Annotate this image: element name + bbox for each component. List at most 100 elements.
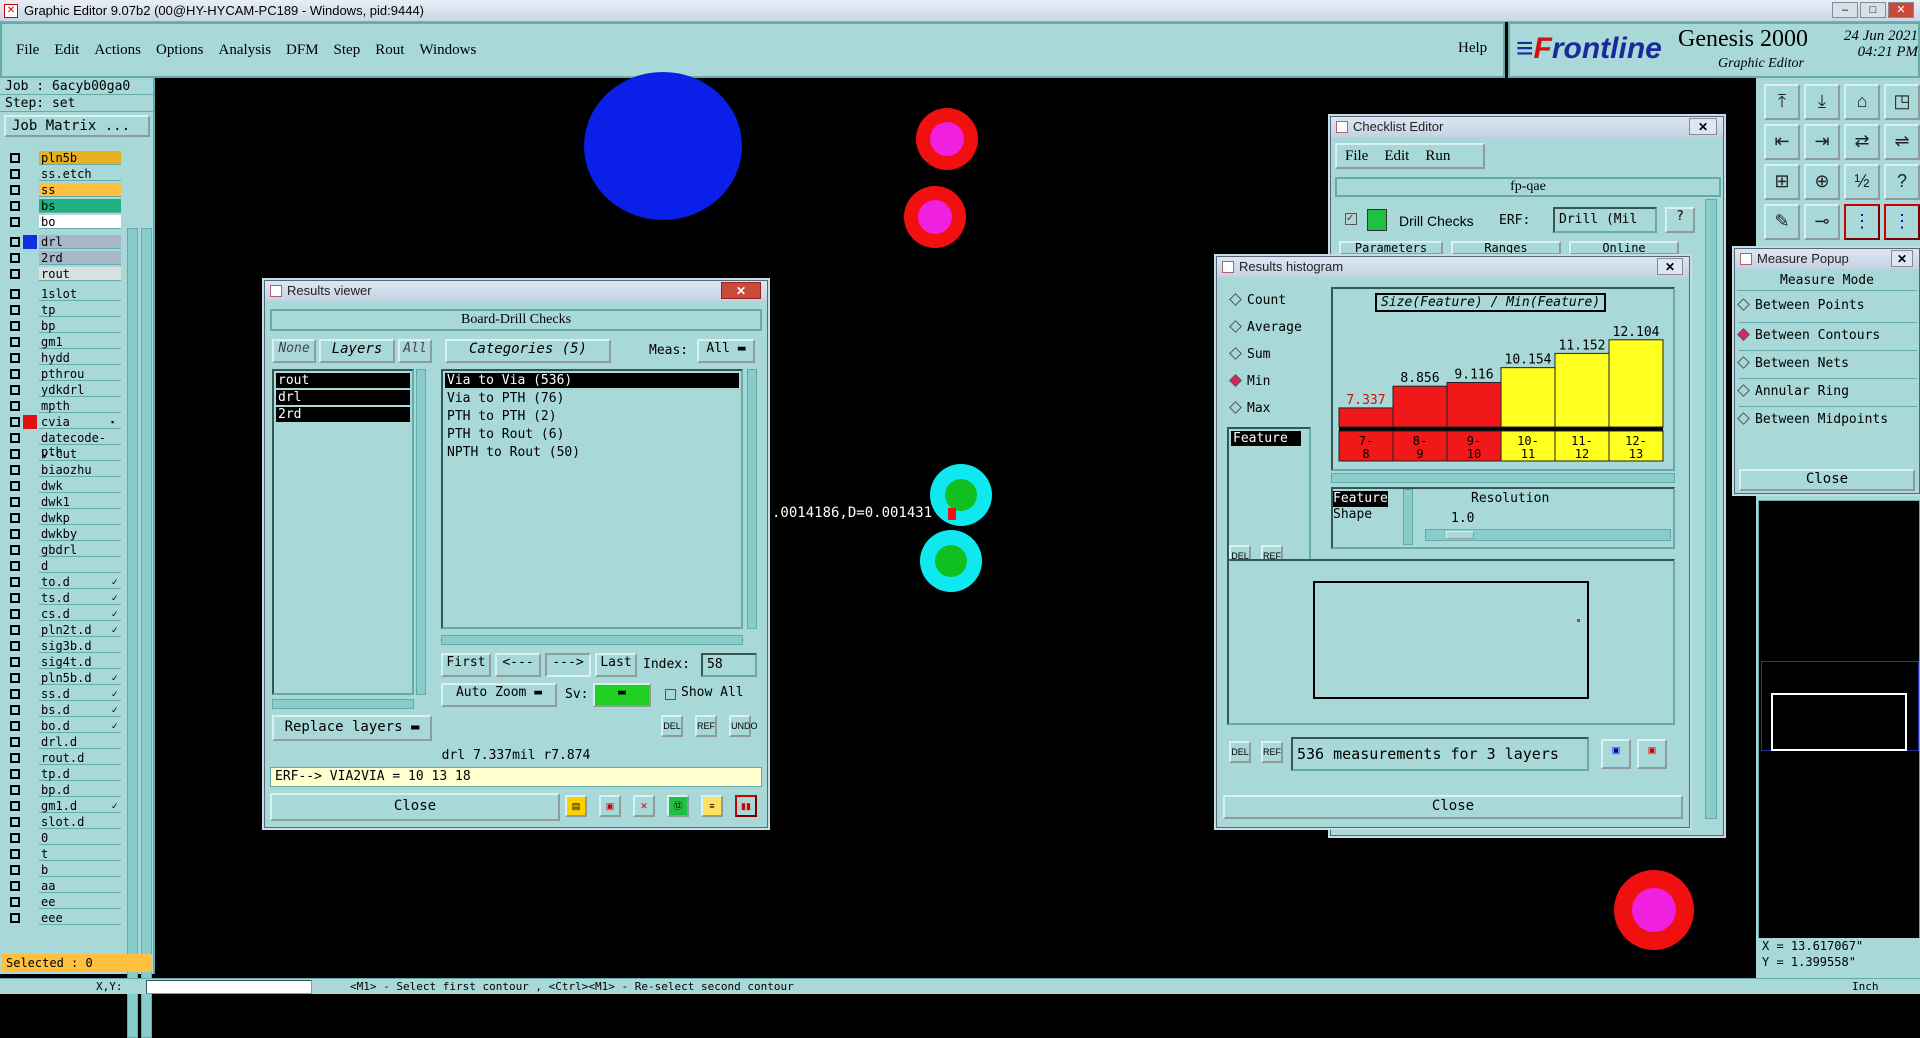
menu-actions[interactable]: Actions	[94, 42, 141, 59]
layer-row[interactable]: dwk1	[4, 494, 124, 510]
histogram-bar[interactable]	[1392, 385, 1448, 428]
camera-icon[interactable]: ▣	[599, 795, 621, 817]
layer-checkbox[interactable]	[10, 385, 20, 395]
checklist-menu-file[interactable]: File	[1345, 148, 1368, 165]
fit-icon[interactable]: ⊞	[1764, 164, 1800, 200]
help-icon[interactable]: ?	[1884, 164, 1920, 200]
layer-row[interactable]: 2rd	[4, 250, 124, 266]
close-icon[interactable]: ✕	[1689, 118, 1717, 135]
layer-checkbox[interactable]	[10, 881, 20, 891]
index-input[interactable]: 58	[701, 653, 757, 677]
layer-row[interactable]: pln5b.d ✓	[4, 670, 124, 686]
layer-checkbox[interactable]	[10, 185, 20, 195]
list-item[interactable]: PTH to Rout (6)	[445, 426, 739, 444]
layer-row[interactable]: biaozhu	[4, 462, 124, 478]
layer-row[interactable]: bs	[4, 198, 124, 214]
layer-row[interactable]: dwkby	[4, 526, 124, 542]
layer-checkbox[interactable]	[10, 269, 20, 279]
layer-checkbox[interactable]	[10, 753, 20, 763]
layer-row[interactable]: ydkdrl	[4, 382, 124, 398]
layer-checkbox[interactable]	[10, 305, 20, 315]
check-enabled-checkbox[interactable]: ✓	[1345, 213, 1357, 225]
layer-row[interactable]: eee	[4, 910, 124, 926]
menu-analysis[interactable]: Analysis	[219, 42, 272, 59]
menu-step[interactable]: Step	[334, 42, 361, 59]
layer-row[interactable]: v-cut	[4, 446, 124, 462]
home-icon[interactable]: ⌂	[1844, 84, 1880, 120]
layer-row[interactable]: 0	[4, 830, 124, 846]
tab-ranges[interactable]: Ranges	[1451, 241, 1561, 255]
histogram-bar[interactable]	[1554, 352, 1610, 428]
layer-row[interactable]: sig3b.d	[4, 638, 124, 654]
layer-checkbox[interactable]	[10, 321, 20, 331]
layer-row[interactable]: cs.d ✓	[4, 606, 124, 622]
layer-checkbox[interactable]	[10, 201, 20, 211]
replace-layers-dropdown[interactable]: Replace layers ▬	[272, 715, 432, 741]
menu-dfm[interactable]: DFM	[286, 42, 319, 59]
radio-sum[interactable]: Sum	[1229, 347, 1309, 362]
layer-checkbox[interactable]	[10, 737, 20, 747]
list-item[interactable]: 2rd	[276, 407, 410, 422]
undo-icon[interactable]: UNDO	[729, 715, 758, 737]
ratio-icon[interactable]: ½	[1844, 164, 1880, 200]
layer-checkbox[interactable]	[10, 449, 20, 459]
layer-checkbox[interactable]	[10, 417, 20, 427]
layer-checkbox[interactable]	[10, 785, 20, 795]
layer-row[interactable]: drl	[4, 234, 124, 250]
units-dropdown[interactable]: Inch	[1852, 979, 1879, 995]
layer-checkbox[interactable]	[10, 769, 20, 779]
erf-input[interactable]: Drill (Mil	[1553, 207, 1657, 233]
menu-help[interactable]: Help	[1458, 40, 1487, 57]
layer-row[interactable]: cvia ▪	[4, 414, 124, 430]
menu-windows[interactable]: Windows	[419, 42, 476, 59]
minimize-button[interactable]: –	[1832, 2, 1858, 18]
next-button[interactable]: --->	[545, 653, 591, 677]
report-icon[interactable]: ▤	[565, 795, 587, 817]
layer-row[interactable]: t	[4, 846, 124, 862]
layer-checkbox[interactable]	[10, 529, 20, 539]
layer-row[interactable]: ss.d ✓	[4, 686, 124, 702]
list-item[interactable]: Via to Via (536)	[445, 373, 739, 388]
layer-checkbox[interactable]	[10, 625, 20, 635]
layer-checkbox[interactable]	[10, 153, 20, 163]
layer-row[interactable]: tp.d	[4, 766, 124, 782]
list-item[interactable]: drl	[276, 390, 410, 405]
show-all-checkbox[interactable]	[665, 689, 676, 700]
list-item[interactable]: rout	[276, 373, 410, 388]
tab-parameters[interactable]: Parameters	[1339, 241, 1443, 255]
layer-row[interactable]: bp	[4, 318, 124, 334]
mode-between-midpoints[interactable]: Between Midpoints	[1737, 407, 1917, 435]
layer-checkbox[interactable]	[10, 609, 20, 619]
layer-row[interactable]: ts.d ✓	[4, 590, 124, 606]
help-icon[interactable]: ?	[1665, 207, 1695, 233]
categories-scrollbar[interactable]	[747, 369, 757, 629]
radio-count[interactable]: Count	[1229, 293, 1309, 308]
layer-row[interactable]: dwkp	[4, 510, 124, 526]
layer-checkbox[interactable]	[10, 801, 20, 811]
list-item[interactable]: Via to PTH (76)	[445, 390, 739, 408]
layer-checkbox[interactable]	[10, 641, 20, 651]
layer-checkbox[interactable]	[10, 817, 20, 827]
ref-icon[interactable]: REF	[695, 715, 717, 737]
layer-list-scrollbar[interactable]	[127, 228, 138, 1038]
layer-row[interactable]: pln5b	[4, 150, 124, 166]
prev-button[interactable]: <---	[495, 653, 541, 677]
layer-row[interactable]: b	[4, 862, 124, 878]
meas-dropdown[interactable]: All ▬	[697, 339, 755, 363]
last-button[interactable]: Last	[595, 653, 637, 677]
swap-icon[interactable]: ⇄	[1844, 124, 1880, 160]
mode-between-nets[interactable]: Between Nets	[1737, 351, 1917, 379]
layer-row[interactable]: gm1	[4, 334, 124, 350]
radio-min[interactable]: Min	[1229, 374, 1309, 389]
histogram-bar[interactable]	[1608, 339, 1664, 428]
edit-icon[interactable]: ✎	[1764, 204, 1800, 240]
layer-row[interactable]: ee	[4, 894, 124, 910]
menu-file[interactable]: File	[16, 42, 39, 59]
maximize-button[interactable]: □	[1860, 2, 1886, 18]
close-button[interactable]: Close	[1223, 795, 1683, 819]
zoom-fit-icon[interactable]: ▣	[1601, 739, 1631, 769]
pan-left-icon[interactable]: ⇤	[1764, 124, 1800, 160]
list-item[interactable]: Feature	[1231, 431, 1301, 446]
checklist-menu-run[interactable]: Run	[1425, 148, 1450, 165]
layer-checkbox[interactable]	[10, 673, 20, 683]
